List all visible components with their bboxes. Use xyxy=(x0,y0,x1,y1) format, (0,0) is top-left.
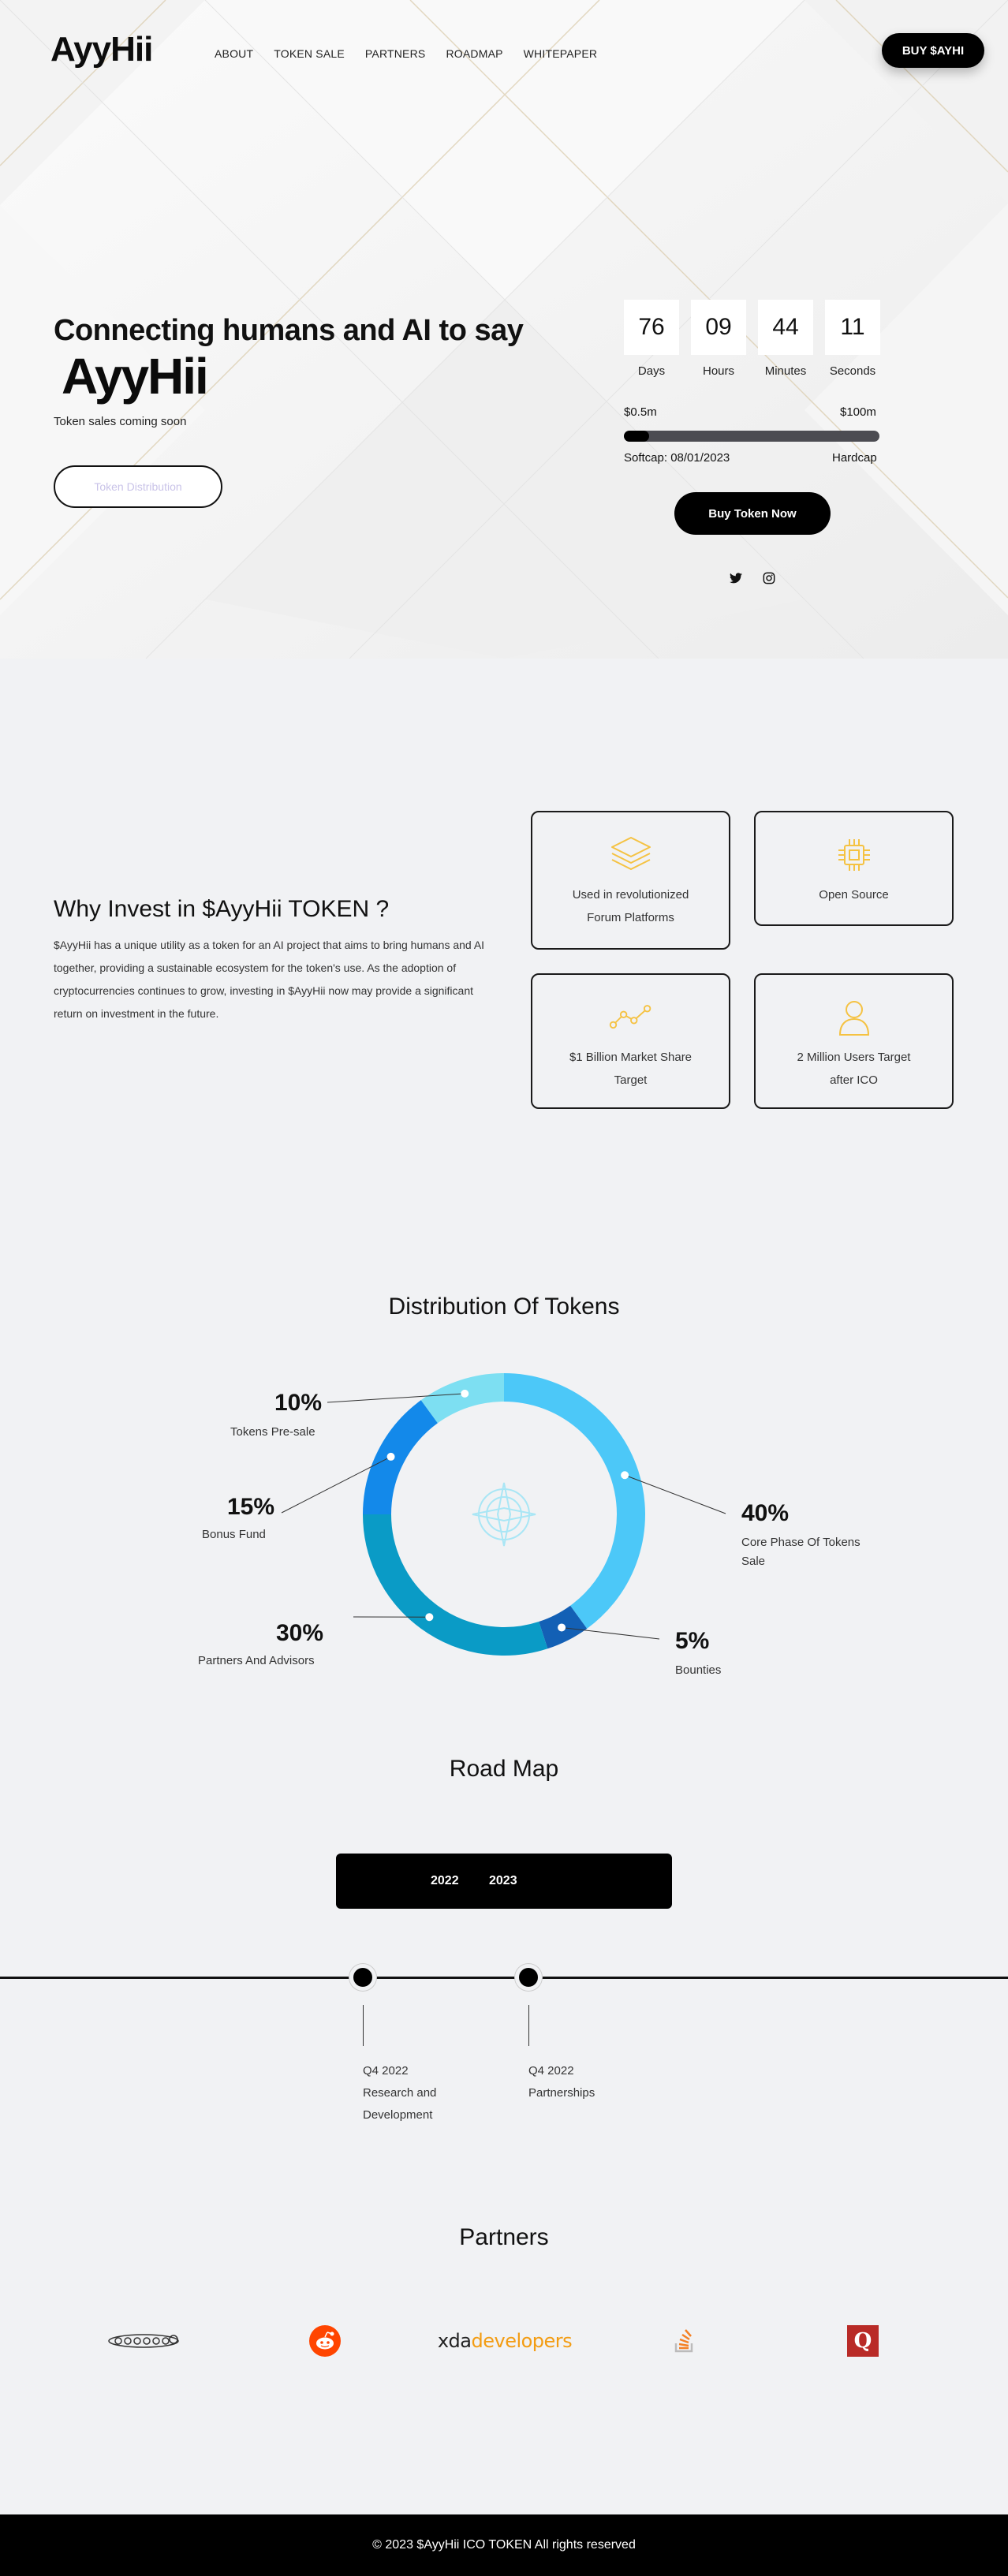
segment-bonus-arc[interactable] xyxy=(363,1400,439,1515)
raise-max-label: $100m xyxy=(840,405,876,419)
countdown-seconds: 11 Seconds xyxy=(825,300,880,378)
stackoverflow-logo[interactable] xyxy=(669,2322,700,2360)
countdown-hours-label: Hours xyxy=(702,364,734,378)
feature-card-forum: Used in revolutionized Forum Platforms xyxy=(531,811,730,950)
hardcap-label: Hardcap xyxy=(832,451,877,465)
nav-link-partners[interactable]: PARTNERS xyxy=(365,47,426,60)
twitter-icon[interactable] xyxy=(726,568,746,588)
distribution-title: Distribution Of Tokens xyxy=(388,1294,620,1320)
segment-partners-pct: 30% xyxy=(276,1620,324,1646)
timeline-dot-2[interactable] xyxy=(515,1964,542,1991)
sale-progress-fill xyxy=(624,431,650,442)
nav-link-roadmap[interactable]: ROADMAP xyxy=(446,47,502,60)
feature-card-forum-label: Used in revolutionized Forum Platforms xyxy=(572,888,689,924)
page-footer: © 2023 $AyyHii ICO TOKEN All rights rese… xyxy=(0,2514,1008,2576)
countdown-minutes: 44 Minutes xyxy=(758,300,813,378)
countdown-minutes-label: Minutes xyxy=(764,364,807,378)
feature-card-open-source: Open Source xyxy=(754,811,954,926)
countdown-days: 76 Days xyxy=(624,300,679,378)
feature-card-users-target-label: 2 Million Users Target after ICO xyxy=(797,1051,911,1087)
xda-developers-logo[interactable]: xda developers xyxy=(438,2322,573,2360)
hero-section: AyyHii ABOUT TOKEN SALE PARTNERS ROADMAP… xyxy=(0,0,1008,659)
roadmap-item-1: Q4 2022 Research and Development xyxy=(363,2060,465,2126)
hero-brand-logo: AyyHii xyxy=(62,348,209,405)
roadmap-item-1-text: Research and Development xyxy=(363,2086,437,2122)
buy-token-nav-button[interactable]: BUY $AYHI xyxy=(882,33,984,68)
nav-link-about[interactable]: ABOUT xyxy=(215,47,253,60)
tab-year-2022[interactable]: 2022 xyxy=(431,1874,459,1888)
callout-bounties-dot xyxy=(558,1623,566,1632)
timeline-connector-1 xyxy=(363,2005,364,2046)
nav-link-whitepaper[interactable]: WHITEPAPER xyxy=(524,47,598,60)
segment-bonus-pct: 15% xyxy=(227,1494,275,1520)
countdown-hours-value: 09 xyxy=(691,300,746,355)
roadmap-item-2-text: Partnerships xyxy=(528,2086,595,2100)
roadmap-year-tabs: 2022 2023 xyxy=(336,1854,672,1909)
top-navbar: AyyHii ABOUT TOKEN SALE PARTNERS ROADMAP… xyxy=(0,0,1008,103)
token-distribution-donut-chart xyxy=(281,1373,726,1656)
nav-link-token-sale[interactable]: TOKEN SALE xyxy=(274,47,345,60)
roadmap-title: Road Map xyxy=(449,1756,559,1782)
segment-partners-arc[interactable] xyxy=(363,1514,548,1656)
hero-title: Connecting humans and AI to say xyxy=(54,314,524,347)
why-invest-text: $AyyHii has a unique utility as a token … xyxy=(54,939,485,1020)
segment-core-label: Core Phase Of Tokens Sale xyxy=(741,1536,861,1568)
countdown-minutes-value: 44 xyxy=(758,300,813,355)
instagram-icon[interactable] xyxy=(759,568,779,588)
graph-icon xyxy=(607,995,655,1040)
xda-wordmark-left: xda xyxy=(437,2330,472,2352)
buy-token-now-button[interactable]: Buy Token Now xyxy=(674,492,831,535)
segment-core-pct: 40% xyxy=(741,1500,790,1526)
tab-year-2023[interactable]: 2023 xyxy=(489,1874,517,1888)
segment-bonus-label: Bonus Fund xyxy=(202,1528,266,1541)
countdown-days-label: Days xyxy=(637,364,666,378)
quora-letter: Q xyxy=(847,2325,879,2357)
why-invest-title: Why Invest in $AyyHii TOKEN ? xyxy=(54,896,390,922)
countdown-days-value: 76 xyxy=(624,300,679,355)
compass-icon xyxy=(472,1482,536,1547)
roadmap-timeline xyxy=(0,1977,1008,1979)
xda-wordmark-right: developers xyxy=(471,2330,573,2352)
callout-core-dot xyxy=(621,1471,629,1480)
hero-subtitle: Token sales coming soon xyxy=(54,415,187,428)
roadmap-item-1-quarter: Q4 2022 xyxy=(363,2064,409,2078)
raise-min-label: $0.5m xyxy=(624,405,657,419)
nav-links: ABOUT TOKEN SALE PARTNERS ROADMAP WHITEP… xyxy=(215,47,597,60)
segment-presale-pct: 10% xyxy=(274,1390,323,1416)
softcap-label: Softcap: 08/01/2023 xyxy=(624,451,730,465)
feature-card-market-share: $1 Billion Market Share Target xyxy=(531,973,730,1109)
callout-partners-dot xyxy=(425,1613,434,1622)
feature-card-market-share-label: $1 Billion Market Share Target xyxy=(569,1051,693,1087)
copyright-text: © 2023 $AyyHii ICO TOKEN All rights rese… xyxy=(372,2538,636,2552)
layers-icon xyxy=(607,833,655,877)
callout-bonus-dot xyxy=(386,1452,395,1461)
reddit-logo[interactable] xyxy=(306,2322,344,2360)
chip-icon xyxy=(831,833,878,877)
countdown-seconds-label: Seconds xyxy=(829,364,876,378)
feature-card-users-target: 2 Million Users Target after ICO xyxy=(754,973,954,1109)
token-distribution-button[interactable]: Token Distribution xyxy=(54,465,222,508)
user-icon xyxy=(831,995,878,1040)
roadmap-item-2: Q4 2022 Partnerships xyxy=(528,2060,631,2104)
segment-bounties-pct: 5% xyxy=(675,1628,710,1654)
segment-core-arc[interactable] xyxy=(503,1373,645,1629)
quora-logo[interactable]: Q xyxy=(846,2322,880,2360)
partners-title: Partners xyxy=(459,2224,549,2250)
callout-presale-dot xyxy=(461,1389,469,1398)
feature-card-open-source-label: Open Source xyxy=(819,888,889,902)
coinmarketcap-logo[interactable] xyxy=(106,2322,181,2360)
countdown-hours: 09 Hours xyxy=(691,300,746,378)
segment-bounties-label: Bounties xyxy=(675,1663,722,1677)
sale-progress-bar xyxy=(624,431,879,442)
segment-presale-label: Tokens Pre-sale xyxy=(230,1425,315,1439)
roadmap-item-2-quarter: Q4 2022 xyxy=(528,2064,574,2078)
site-logo[interactable]: AyyHii xyxy=(50,30,153,69)
timeline-dot-1[interactable] xyxy=(349,1964,376,1991)
timeline-connector-2 xyxy=(528,2005,529,2046)
segment-partners-label: Partners And Advisors xyxy=(198,1654,315,1667)
countdown-seconds-value: 11 xyxy=(825,300,880,355)
